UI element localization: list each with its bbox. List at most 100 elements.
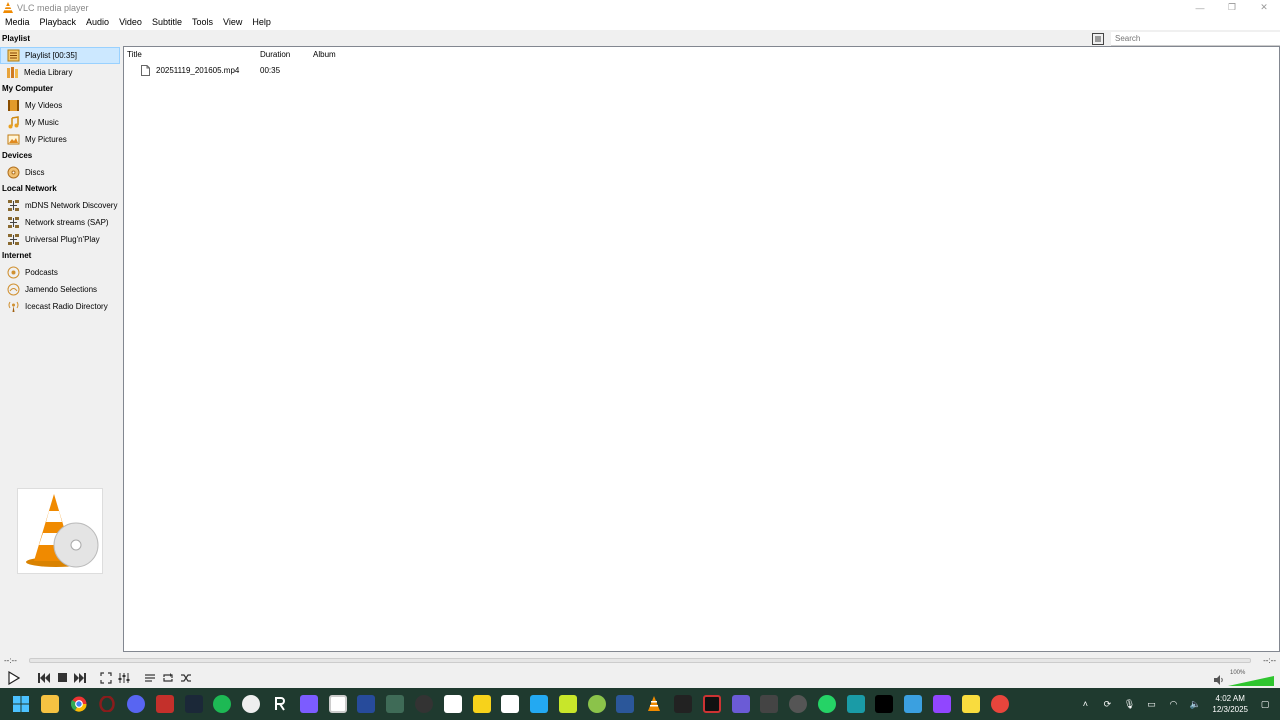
sidebar-header-devices: Devices: [2, 151, 33, 160]
vlc-cone-icon: [3, 1, 13, 13]
menu-video[interactable]: Video: [114, 15, 147, 30]
playback-controls: [0, 667, 1280, 688]
opera-icon[interactable]: [98, 695, 116, 713]
window-title: VLC media player: [17, 2, 89, 13]
windows-start-icon[interactable]: [12, 695, 30, 713]
microphone-icon[interactable]: 🎙: [1122, 697, 1136, 711]
column-title[interactable]: Title: [124, 50, 257, 59]
obs-icon[interactable]: [414, 695, 433, 713]
menu-playback[interactable]: Playback: [35, 15, 82, 30]
spotify-icon[interactable]: [213, 695, 232, 713]
app-icon[interactable]: [933, 695, 951, 713]
vscode-icon[interactable]: [530, 695, 549, 713]
menu-subtitle[interactable]: Subtitle: [147, 15, 187, 30]
app-icon[interactable]: [904, 695, 923, 713]
discord-icon[interactable]: [127, 695, 146, 713]
maximize-button[interactable]: ❐: [1216, 0, 1248, 15]
playlist-view-toggle[interactable]: [1092, 33, 1104, 45]
menu-tools[interactable]: Tools: [187, 15, 218, 30]
sync-icon[interactable]: ⟳: [1100, 697, 1114, 711]
volume-icon[interactable]: 🔈: [1188, 697, 1202, 711]
vlc-cone-icon[interactable]: [645, 695, 663, 713]
notification-icon[interactable]: ▢: [1258, 697, 1272, 711]
sidebar-item-playlist[interactable]: Playlist [00:35]: [0, 47, 120, 64]
steam-icon[interactable]: [184, 695, 203, 713]
chevron-up-icon[interactable]: ˄: [1078, 697, 1092, 711]
loop-button[interactable]: [160, 670, 176, 686]
sidebar-item-upnp[interactable]: Universal Plug'n'Play: [0, 231, 122, 248]
sidebar-item-sap[interactable]: Network streams (SAP): [0, 214, 122, 231]
list-view-icon: [1095, 36, 1101, 42]
sidebar-header-internet: Internet: [2, 251, 32, 260]
sidebar-item-discs[interactable]: Discs: [0, 164, 122, 181]
sidebar-item-my-videos[interactable]: My Videos: [0, 97, 122, 114]
kakaotalk-icon[interactable]: [472, 695, 491, 713]
stop-button[interactable]: [54, 670, 70, 686]
chrome-icon[interactable]: [70, 695, 88, 713]
sidebar-item-label: My Videos: [25, 101, 63, 110]
app-icon[interactable]: [846, 695, 865, 713]
app-icon[interactable]: [702, 695, 721, 713]
previous-button[interactable]: [36, 670, 52, 686]
app-icon[interactable]: [299, 695, 318, 713]
toggle-playlist-button[interactable]: [142, 670, 158, 686]
app-icon[interactable]: [386, 695, 405, 713]
seek-slider[interactable]: [29, 657, 1251, 663]
speaker-icon[interactable]: [1214, 675, 1224, 685]
clapper-icon[interactable]: [673, 695, 692, 713]
next-button[interactable]: [72, 670, 88, 686]
network-icon[interactable]: ◠: [1166, 697, 1180, 711]
table-row[interactable]: 20251119_201605.mp4 00:35: [124, 62, 1279, 78]
clock[interactable]: 4:02 AM 12/3/2025: [1212, 693, 1248, 715]
whatsapp-icon[interactable]: [817, 695, 836, 713]
app-icon[interactable]: [990, 695, 1009, 713]
close-button[interactable]: ✕: [1248, 0, 1280, 15]
app-icon[interactable]: [875, 695, 894, 713]
file-icon: [141, 64, 150, 76]
sidebar-item-my-pictures[interactable]: My Pictures: [0, 131, 122, 148]
sidebar-header-playlist: Playlist: [2, 34, 31, 43]
sticky-notes-icon[interactable]: [961, 695, 980, 713]
sidebar: Playlist Playlist [00:35] Media Library …: [0, 31, 122, 652]
app-icon[interactable]: [587, 695, 606, 713]
menu-media[interactable]: Media: [0, 15, 35, 30]
word-icon[interactable]: [616, 695, 635, 713]
play-button[interactable]: [4, 669, 22, 687]
menu-view[interactable]: View: [218, 15, 247, 30]
file-explorer-icon[interactable]: [40, 695, 59, 713]
app-icon[interactable]: [558, 695, 577, 713]
shuffle-button[interactable]: [178, 670, 194, 686]
sidebar-item-media-library[interactable]: Media Library: [0, 64, 122, 81]
sidebar-item-label: Network streams (SAP): [25, 218, 109, 227]
play-icon: [8, 670, 20, 685]
column-duration[interactable]: Duration: [257, 50, 310, 59]
app-icon[interactable]: [760, 695, 779, 713]
app-icon[interactable]: [443, 695, 462, 713]
app-icon[interactable]: [357, 695, 376, 713]
sidebar-item-label: Icecast Radio Directory: [25, 302, 108, 311]
sidebar-item-icecast[interactable]: Icecast Radio Directory: [0, 298, 122, 315]
display-icon[interactable]: ▭: [1144, 697, 1158, 711]
sidebar-item-jamendo[interactable]: Jamendo Selections: [0, 281, 122, 298]
column-album[interactable]: Album: [310, 50, 390, 59]
fullscreen-button[interactable]: [98, 670, 114, 686]
sidebar-item-my-music[interactable]: My Music: [0, 114, 122, 131]
menu-help[interactable]: Help: [247, 15, 276, 30]
menu-bar: Media Playback Audio Video Subtitle Tool…: [0, 15, 1280, 30]
menu-audio[interactable]: Audio: [81, 15, 114, 30]
app-icon[interactable]: [242, 695, 261, 713]
netflix-icon[interactable]: [155, 695, 174, 713]
volume-slider[interactable]: [1228, 676, 1274, 686]
media-library-icon: [5, 66, 19, 80]
document-icon[interactable]: [501, 695, 520, 713]
search-input[interactable]: [1115, 32, 1280, 45]
app-icon[interactable]: [789, 695, 808, 713]
sidebar-item-podcasts[interactable]: Podcasts: [0, 264, 122, 281]
minimize-button[interactable]: —: [1184, 0, 1216, 15]
app-icon[interactable]: [731, 695, 750, 713]
windows-taskbar: ˄ ⟳ 🎙 ▭ ◠ 🔈 4:02 AM 12/3/2025 ▢: [0, 688, 1280, 720]
extended-settings-button[interactable]: [116, 670, 132, 686]
r-app-icon[interactable]: [271, 695, 289, 713]
notepad-icon[interactable]: [328, 695, 347, 713]
sidebar-item-mdns[interactable]: mDNS Network Discovery: [0, 197, 122, 214]
